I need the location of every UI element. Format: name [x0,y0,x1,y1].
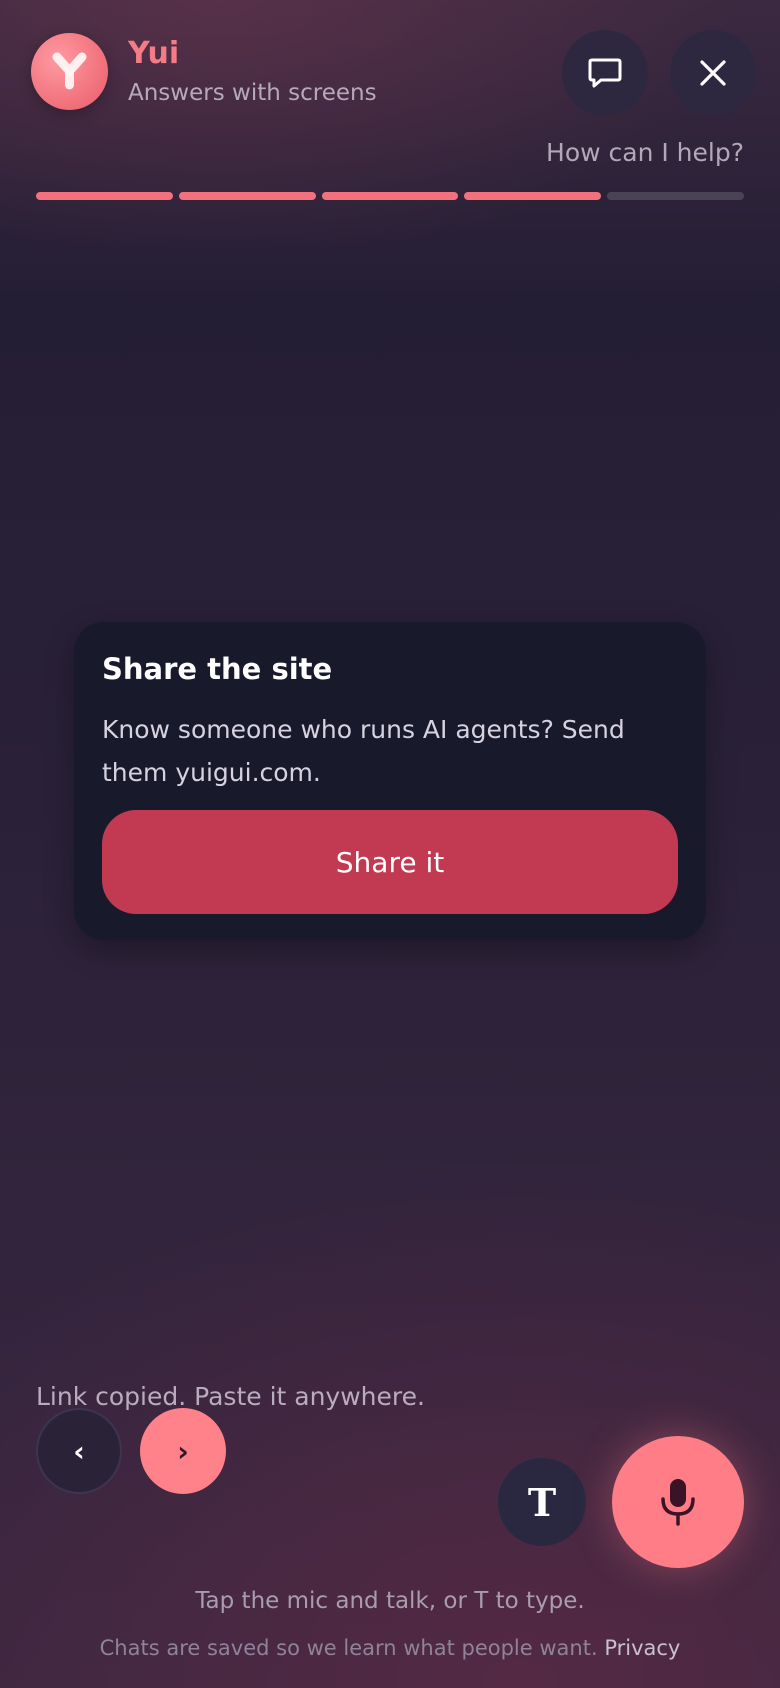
chat-bubble-icon [588,58,622,88]
progress-segment [464,192,602,200]
share-card: Share the site Know someone who runs AI … [74,622,706,940]
footer-text: Chats are saved so we learn what people … [99,1636,598,1660]
input-hint: Tap the mic and talk, or T to type. [195,1588,585,1614]
chevron-right-icon: › [177,1434,189,1468]
progress-segment [607,192,744,200]
share-button[interactable]: Share it [102,810,678,914]
help-prompt: How can I help? [546,138,744,167]
progress-segment [321,192,459,200]
type-icon: T [527,1479,557,1525]
card-title: Share the site [102,652,333,686]
privacy-link[interactable]: Privacy [604,1636,680,1660]
next-button[interactable]: › [140,1408,226,1494]
card-body: Know someone who runs AI agents? Send th… [102,715,625,787]
type-button[interactable]: T [498,1458,586,1546]
close-button[interactable] [670,30,756,116]
status-message: Link copied. Paste it anywhere. [36,1382,425,1411]
step-progress [36,192,744,200]
progress-segment [178,192,316,200]
microphone-icon [661,1479,695,1526]
chevron-left-icon: ‹ [73,1434,85,1468]
previous-button[interactable]: ‹ [36,1408,122,1494]
yui-logo-icon [52,52,87,90]
yui-logo [31,33,108,110]
close-icon [700,60,726,86]
app-name: Yui [128,36,180,71]
mic-button[interactable] [612,1436,744,1568]
chat-history-button[interactable] [562,30,648,116]
app-subtitle: Answers with screens [128,80,377,106]
footer-note: Chats are saved so we learn what people … [0,1634,780,1662]
progress-segment [36,192,173,200]
